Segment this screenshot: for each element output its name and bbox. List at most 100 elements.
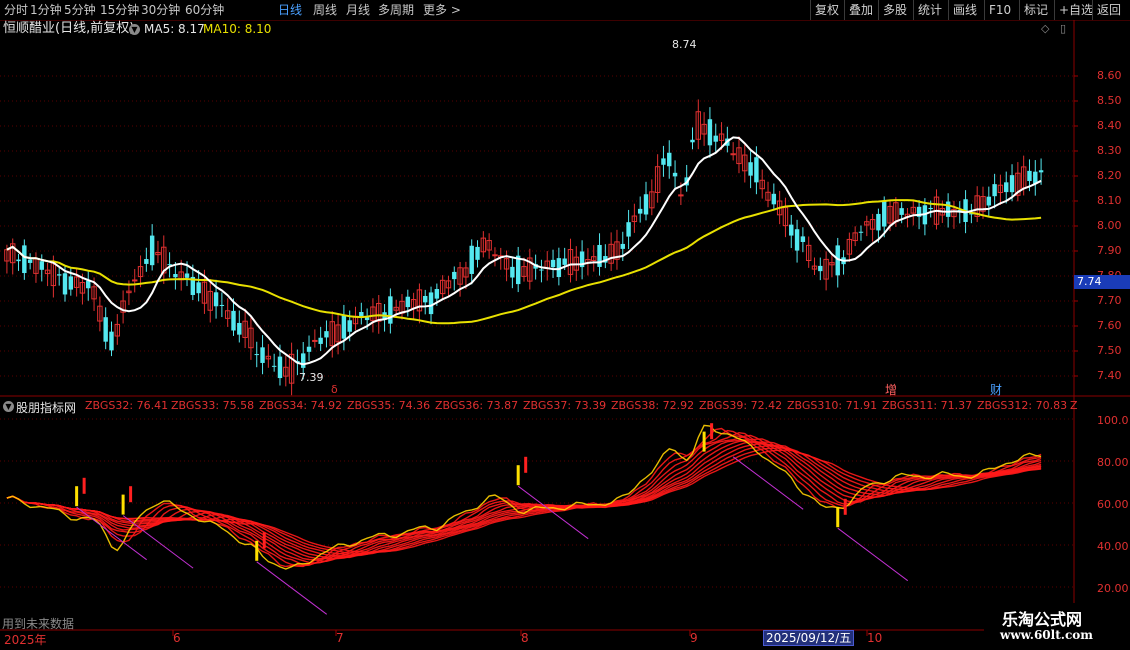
candle-body-down [277,356,283,379]
candle-body-down [196,282,201,294]
signal-bar-red [524,456,528,473]
tab-1min[interactable]: 1分钟 [30,2,62,18]
candle-body-down [597,244,602,267]
stats-button[interactable]: 统计 [913,0,946,20]
draw-line-button[interactable]: 画线 [948,0,981,20]
indicator-tick: 80.00 [1097,456,1129,469]
date-axis: 2025年 6 7 8 9 10 [0,630,1130,650]
indicator-value: ZBGS35: 74.36 [347,399,431,412]
event-marker[interactable]: δ [331,383,338,396]
indicator-tick: 60.00 [1097,498,1129,511]
candle-body-down [754,157,759,183]
signal-decay-line [732,456,804,510]
diamond-icon[interactable]: ◇ [1041,22,1049,35]
tab-15min[interactable]: 15分钟 [100,2,139,18]
candle-body-down [56,274,62,276]
candle-body-down [428,292,434,315]
indicator-value: ZBGS37: 73.39 [523,399,607,412]
window-layout-icon[interactable]: ▯ [1060,22,1066,35]
signal-bar-yellow [516,465,520,486]
candle-body-down [144,259,149,264]
tab-fenshi[interactable]: 分时 [4,2,28,18]
candle-body-down [341,314,347,339]
tab-daily[interactable]: 日线 [278,2,302,18]
mark-button[interactable]: 标记 [1019,0,1052,20]
indicator-value: ZBGS311: 71.37 [882,399,973,412]
candle-body-up [132,279,138,282]
tab-multi-period[interactable]: 多周期 [378,2,414,18]
signal-decay-line [837,527,909,582]
add-watchlist-button[interactable]: +自选 [1054,0,1097,20]
price-tick: 8.60 [1097,69,1122,82]
price-tick: 8.00 [1097,219,1122,232]
candle-body-down [748,162,753,176]
chevron-down-icon[interactable]: ▼ [129,24,140,35]
candle-body-down [510,266,515,278]
tab-more[interactable]: 更多 > [423,2,461,18]
candle-body-down [434,289,440,299]
candle-body-down [423,295,428,303]
indicator-ribbon [6,427,1042,568]
candle-body-down [986,196,992,206]
chevron-down-icon[interactable]: ▼ [3,401,14,412]
candle-body-down [626,222,631,237]
kline-chart[interactable] [0,0,1130,650]
candle-body-down [318,337,323,344]
current-price-tag: 7.74 [1074,275,1130,289]
watermark-url: www.60lt.com [1000,628,1093,642]
candle-body-down [1027,170,1032,182]
indicator-ribbon [6,434,1042,564]
candle-body-down [86,280,91,289]
candle-body-down [667,152,672,167]
candle-body-down [475,246,480,260]
signal-bar-yellow [702,431,706,452]
candle-body-down [237,322,242,335]
indicator-ribbon [6,445,1042,556]
back-button[interactable]: 返回 [1092,0,1125,20]
candle-body-down [405,296,411,308]
overlay-button[interactable]: 叠加 [844,0,877,20]
price-tick: 7.50 [1097,344,1122,357]
date-label: 6 [173,631,181,645]
tab-60min[interactable]: 60分钟 [185,2,224,18]
tab-5min[interactable]: 5分钟 [64,2,96,18]
signal-bar-yellow [836,507,840,528]
candle-body-down [661,158,666,165]
indicator-value: ZBGS38: 72.92 [611,399,695,412]
date-label: 10 [867,631,883,645]
watermark-name: 乐淘公式网 [1002,610,1083,629]
signal-bar-red [262,532,266,549]
price-tick: 7.40 [1097,369,1122,382]
indicator-value: ZBGS33: 75.58 [171,399,255,412]
multi-stock-button[interactable]: 多股 [878,0,911,20]
signal-decay-line [76,506,147,561]
candle-body-down [109,331,114,351]
date-label: 7 [336,631,344,645]
indicator-value: Z [1070,399,1078,412]
tab-weekly[interactable]: 周线 [313,2,337,18]
price-tick: 8.30 [1097,144,1122,157]
candle-body-down [27,259,33,263]
tab-30min[interactable]: 30分钟 [141,2,180,18]
candle-body-down [324,331,329,338]
candle-body-down [149,235,155,266]
signal-decay-line [256,561,328,615]
candle-body-down [213,292,219,307]
price-tick: 7.90 [1097,244,1122,257]
candle-body-down [16,259,21,262]
indicator-ribbon [6,424,1042,570]
period-toolbar: 分时 1分钟 5分钟 15分钟 30分钟 60分钟 日线 周线 月线 多周期 更… [0,0,1130,20]
candle-body-down [68,276,74,290]
indicator-tick: 100.0 [1097,414,1129,427]
candle-body-down [219,304,225,306]
indicator-value: ZBGS32: 76.41 [85,399,169,412]
fuquan-button[interactable]: 复权 [810,0,843,20]
event-marker-cai[interactable]: 财 [990,381,1002,398]
ma5-label: MA5: 8.17 [144,22,205,36]
tab-monthly[interactable]: 月线 [346,2,370,18]
candle-body-down [39,261,44,270]
event-marker-zeng[interactable]: 增 [885,381,897,398]
signal-bar-red [129,486,133,503]
f10-button[interactable]: F10 [984,0,1015,20]
candle-body-down [1038,170,1044,173]
